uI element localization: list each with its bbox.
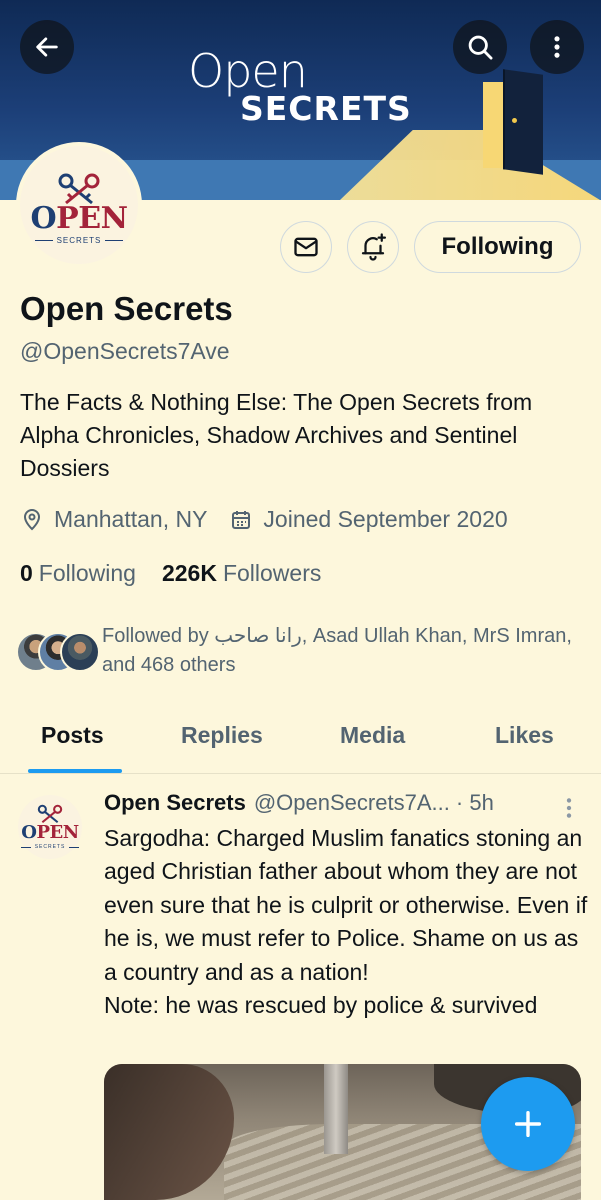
following-count: 0 xyxy=(20,560,33,586)
profile-name: Open Secrets xyxy=(20,290,233,327)
following-label: Following xyxy=(38,560,136,586)
back-button[interactable] xyxy=(20,20,74,74)
profile-bio: The Facts & Nothing Else: The Open Secre… xyxy=(20,389,533,481)
banner-door-light xyxy=(483,82,505,168)
profile-joined: Joined September 2020 xyxy=(263,506,508,532)
bell-plus-icon xyxy=(361,233,386,261)
mail-icon xyxy=(294,237,318,257)
followers-count: 226K xyxy=(161,560,217,586)
compose-post-button[interactable] xyxy=(481,1077,575,1171)
avatar-logo-word: OPEN xyxy=(30,200,129,236)
avatar-logo-sub: SECRETS xyxy=(35,236,124,245)
message-button[interactable] xyxy=(280,221,332,273)
post-text: Sargodha: Charged Muslim fanatics stonin… xyxy=(104,825,588,1019)
post-avatar-sub: SECRETS xyxy=(21,844,80,850)
following-link[interactable]: 0 Following xyxy=(20,560,136,587)
more-options-button[interactable] xyxy=(530,20,584,74)
post-avatar-word: OPEN xyxy=(21,822,79,843)
post-header: Open Secrets @OpenSecrets7A... · 5h xyxy=(104,790,494,816)
post-image-pole xyxy=(324,1064,348,1154)
more-vertical-icon xyxy=(566,798,572,818)
active-tab-indicator xyxy=(28,769,122,773)
search-button[interactable] xyxy=(453,20,507,74)
post-handle-time: @OpenSecrets7A... · 5h xyxy=(253,790,494,815)
post-author[interactable]: Open Secrets xyxy=(104,790,246,816)
calendar-icon xyxy=(232,510,251,529)
banner-logo-open: Open xyxy=(188,44,308,98)
post-image-shadow xyxy=(104,1064,234,1200)
notifications-button[interactable] xyxy=(347,221,399,273)
followed-by-avatars xyxy=(16,622,100,672)
profile-meta: Manhattan, NY Joined September 2020 xyxy=(20,506,508,533)
search-icon xyxy=(468,35,493,60)
profile-location: Manhattan, NY xyxy=(54,506,208,532)
followed-by[interactable]: Followed by رانا صاحب, Asad Ullah Khan, … xyxy=(16,622,572,680)
profile-handle: @OpenSecrets7Ave xyxy=(20,338,230,364)
followers-label: Followers xyxy=(222,560,322,586)
banner-door xyxy=(503,69,543,175)
back-arrow-icon xyxy=(36,37,58,57)
plus-icon xyxy=(514,1110,542,1138)
following-button[interactable]: Following xyxy=(414,221,581,273)
avatar xyxy=(60,632,100,672)
location-pin-icon xyxy=(23,508,41,530)
banner-door-knob xyxy=(512,118,517,123)
post-avatar[interactable]: OPEN SECRETS xyxy=(18,795,82,859)
profile-avatar[interactable]: OPEN SECRETS xyxy=(16,142,142,268)
tab-replies[interactable]: Replies xyxy=(181,722,263,749)
tab-posts[interactable]: Posts xyxy=(41,722,104,749)
follow-counts: 0 Following 226K Followers xyxy=(20,560,321,587)
followed-by-text: Followed by رانا صاحب, Asad Ullah Khan, … xyxy=(102,625,572,676)
tab-likes[interactable]: Likes xyxy=(495,722,554,749)
avatar-logo: OPEN SECRETS xyxy=(20,146,138,264)
more-vertical-icon xyxy=(554,36,560,58)
banner-logo-secrets: SECRETS xyxy=(240,89,412,128)
profile-tabs: Posts Replies Media Likes xyxy=(0,712,601,774)
crossed-keys-icon xyxy=(37,804,63,824)
tab-media[interactable]: Media xyxy=(340,722,405,749)
followers-link[interactable]: 226K Followers xyxy=(162,560,321,587)
